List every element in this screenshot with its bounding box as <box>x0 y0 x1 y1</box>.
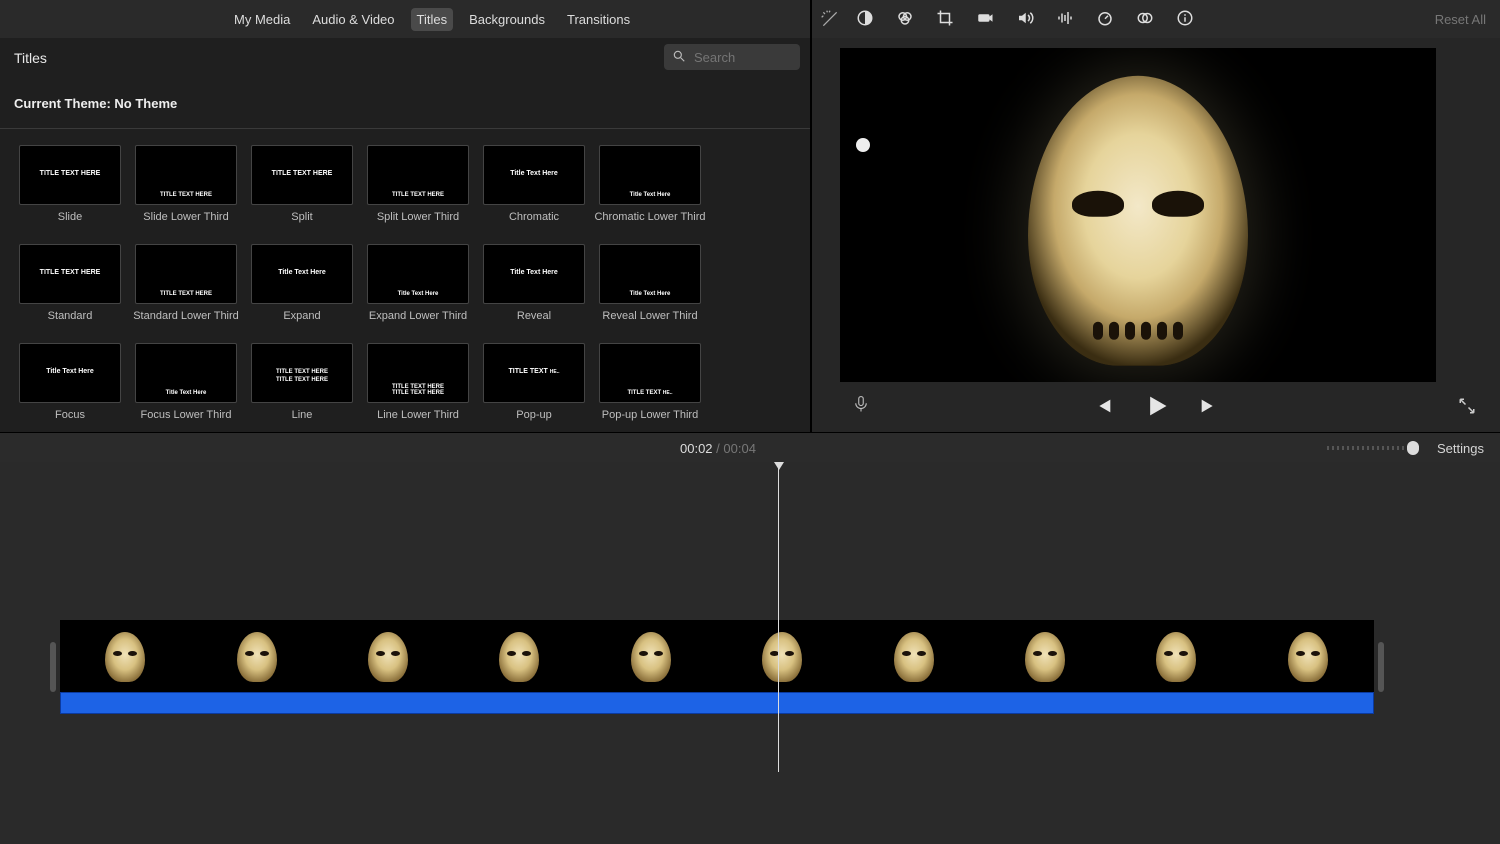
clip-trim-handle-left[interactable] <box>50 642 56 692</box>
clip-thumbnail-frame <box>454 620 585 694</box>
title-preset-label: Expand <box>244 310 360 323</box>
title-preset-label: Chromatic <box>476 211 592 224</box>
title-preset-label: Slide Lower Third <box>128 211 244 224</box>
title-preset-split[interactable]: TITLE TEXT HERESplit <box>244 145 360 224</box>
speed-icon[interactable] <box>1096 9 1114 30</box>
title-preset-slide-lower-third[interactable]: TITLE TEXT HERESlide Lower Third <box>128 145 244 224</box>
title-preset-line[interactable]: TITLE TEXT HERETITLE TEXT HERELine <box>244 343 360 422</box>
timeline-settings-button[interactable]: Settings <box>1437 441 1484 456</box>
clip-audio-track[interactable] <box>60 692 1374 714</box>
tab-audio-video[interactable]: Audio & Video <box>306 8 400 31</box>
title-preset-chromatic[interactable]: Title Text HereChromatic <box>476 145 592 224</box>
tab-titles[interactable]: Titles <box>411 8 454 31</box>
clip-thumbnail-frame <box>586 620 717 694</box>
clip-thumbnail-frame <box>191 620 322 694</box>
enhance-magic-wand-icon[interactable] <box>820 9 840 32</box>
color-correction-icon[interactable] <box>896 9 914 30</box>
title-preset-label: Split Lower Third <box>360 211 476 224</box>
previous-button[interactable] <box>1092 395 1114 420</box>
playhead-time: 00:02 / 00:04 <box>680 441 756 456</box>
volume-icon[interactable] <box>1016 9 1034 30</box>
play-button[interactable] <box>1142 392 1170 423</box>
title-preset-reveal[interactable]: Title Text HereReveal <box>476 244 592 323</box>
preview-viewer[interactable] <box>840 48 1436 382</box>
title-preset-label: Chromatic Lower Third <box>592 211 708 224</box>
tab-my-media[interactable]: My Media <box>228 8 296 31</box>
title-preset-pop-up-lower-third[interactable]: TITLE TEXT HE..Pop-up Lower Third <box>592 343 708 422</box>
title-preset-reveal-lower-third[interactable]: Title Text HereReveal Lower Third <box>592 244 708 323</box>
fullscreen-icon[interactable] <box>1458 397 1476 418</box>
title-preset-expand[interactable]: Title Text HereExpand <box>244 244 360 323</box>
timeline-toolbar: 00:02 / 00:04 Settings <box>0 432 1500 464</box>
title-preset-label: Expand Lower Third <box>360 310 476 323</box>
title-preset-split-lower-third[interactable]: TITLE TEXT HERESplit Lower Third <box>360 145 476 224</box>
title-preset-label: Standard <box>12 310 128 323</box>
search-field[interactable] <box>664 44 800 70</box>
tab-transitions[interactable]: Transitions <box>561 8 636 31</box>
title-preset-line-lower-third[interactable]: TITLE TEXT HERETITLE TEXT HERELine Lower… <box>360 343 476 422</box>
pane-title: Titles <box>14 50 47 66</box>
current-theme-label: Current Theme: No Theme <box>0 78 810 129</box>
title-preset-label: Reveal Lower Third <box>592 310 708 323</box>
clip-filter-icon[interactable] <box>1136 9 1154 30</box>
reset-all-button[interactable]: Reset All <box>1435 12 1486 27</box>
title-preset-focus-lower-third[interactable]: Title Text HereFocus Lower Third <box>128 343 244 422</box>
title-preset-standard-lower-third[interactable]: TITLE TEXT HEREStandard Lower Third <box>128 244 244 323</box>
search-input[interactable] <box>692 49 786 66</box>
tab-backgrounds[interactable]: Backgrounds <box>463 8 551 31</box>
clip-thumbnail-frame <box>717 620 848 694</box>
title-preset-label: Line Lower Third <box>360 409 476 422</box>
clip-thumbnail-frame <box>848 620 979 694</box>
title-preset-expand-lower-third[interactable]: Title Text HereExpand Lower Third <box>360 244 476 323</box>
title-preset-label: Line <box>244 409 360 422</box>
title-preset-pop-up[interactable]: TITLE TEXT HE..Pop-up <box>476 343 592 422</box>
clip-trim-handle-right[interactable] <box>1378 642 1384 692</box>
noise-reduction-eq-icon[interactable] <box>1056 9 1074 30</box>
playhead[interactable] <box>778 462 779 772</box>
clip-thumbnail-frame <box>980 620 1111 694</box>
next-button[interactable] <box>1198 395 1220 420</box>
title-preset-focus[interactable]: Title Text HereFocus <box>12 343 128 422</box>
scene-light-orb <box>856 138 870 152</box>
title-preset-label: Focus Lower Third <box>128 409 244 422</box>
title-preset-standard[interactable]: TITLE TEXT HEREStandard <box>12 244 128 323</box>
title-preset-label: Slide <box>12 211 128 224</box>
info-icon[interactable] <box>1176 9 1194 30</box>
clip-thumbnail-frame <box>60 620 191 694</box>
clip-thumbnail-frame <box>323 620 454 694</box>
preview-content-mask <box>1028 76 1248 366</box>
title-preset-label: Standard Lower Third <box>128 310 244 323</box>
title-preset-chromatic-lower-third[interactable]: Title Text HereChromatic Lower Third <box>592 145 708 224</box>
clip-thumbnail-frame <box>1111 620 1242 694</box>
library-tabs: My Media Audio & Video Titles Backgrounds Tr… <box>0 8 636 31</box>
color-balance-icon[interactable] <box>856 9 874 30</box>
title-preset-label: Reveal <box>476 310 592 323</box>
clip-thumbnail-frame <box>1243 620 1374 694</box>
transport-controls <box>812 382 1500 432</box>
title-preset-label: Pop-up Lower Third <box>592 409 708 422</box>
timeline[interactable] <box>0 462 1500 844</box>
title-preset-label: Split <box>244 211 360 224</box>
title-preset-slide[interactable]: TITLE TEXT HERESlide <box>12 145 128 224</box>
crop-icon[interactable] <box>936 9 954 30</box>
titles-browser-pane: Titles Current Theme: No Theme TITLE TEX… <box>0 38 811 432</box>
zoom-slider[interactable] <box>1327 446 1419 450</box>
video-clip[interactable] <box>60 620 1374 714</box>
preview-pane <box>812 38 1500 432</box>
title-preset-label: Pop-up <box>476 409 592 422</box>
search-icon <box>672 49 686 66</box>
stabilization-icon[interactable] <box>976 9 994 30</box>
title-preset-label: Focus <box>12 409 128 422</box>
